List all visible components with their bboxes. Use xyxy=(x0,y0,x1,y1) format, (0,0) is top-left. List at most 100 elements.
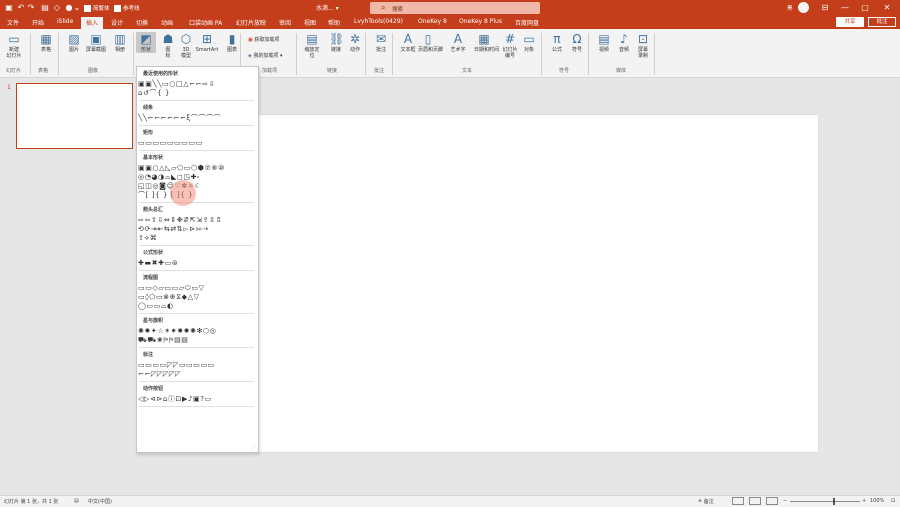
zoom-slider[interactable] xyxy=(790,501,860,502)
shape-row[interactable]: ▭▭▭▭◸◸▭▭▭▭▭ xyxy=(138,361,215,370)
normal-view-button[interactable] xyxy=(732,497,744,505)
simplified-traditional-checkbox[interactable]: 简繁体 xyxy=(84,4,110,12)
tab-8[interactable]: 幻灯片放映 xyxy=(236,18,266,27)
tab-10[interactable]: 视图 xyxy=(304,18,316,27)
shapes-button[interactable]: ◩ 形状 xyxy=(136,32,156,53)
shape-row[interactable]: ⛟⛟❀⛿⛿▤▤ xyxy=(138,336,189,345)
link-button[interactable]: ⛓ 链接 xyxy=(326,32,346,53)
fit-slide-icon[interactable]: ⊡ xyxy=(891,498,895,504)
tab-12[interactable]: LvyhTools(0429) xyxy=(354,18,403,25)
get-addins-button[interactable]: ▣ 获取加载项 xyxy=(248,36,279,43)
header-footer-button[interactable]: ▯ 页眉和页脚 xyxy=(418,32,443,53)
picture-button[interactable]: ▨ 图片 xyxy=(64,32,84,53)
tab-2[interactable]: iSlide xyxy=(57,18,73,25)
language-status[interactable]: 中文(中国) xyxy=(88,498,112,505)
shape-row[interactable]: ▣▣╲╲▭○□△⌐⌐⇨⇩ xyxy=(138,80,215,89)
zoom-slider-thumb[interactable] xyxy=(833,498,835,505)
shape-row[interactable]: ◎◔◕◑⌓◣◻◳✚⬞ xyxy=(138,173,200,182)
shape-row[interactable]: ◯▭▭⌓◐ xyxy=(138,302,174,311)
tab-4[interactable]: 设计 xyxy=(111,18,123,27)
accessibility-icon[interactable]: ▤ xyxy=(74,498,79,504)
search-placeholder: 搜索 xyxy=(392,6,404,13)
tab-6[interactable]: 动画 xyxy=(161,18,173,27)
section-divider xyxy=(139,150,254,151)
zoom-in-button[interactable]: + xyxy=(862,498,866,504)
object-button[interactable]: ▭ 对象 xyxy=(519,32,539,53)
tab-13[interactable]: OneKey 8 xyxy=(418,18,447,25)
table-button[interactable]: ▦ 表格 xyxy=(36,32,56,53)
new-slide-button[interactable]: ▭ 新建 幻灯片 xyxy=(4,32,24,59)
video-button[interactable]: ▤ 视频 xyxy=(594,32,614,53)
comment-button[interactable]: ✉ 批注 xyxy=(371,32,391,53)
3d-button[interactable]: ⬡ 3D 模型 xyxy=(176,32,196,59)
slide-number-button[interactable]: # 幻灯片 编号 xyxy=(500,32,520,59)
tab-14[interactable]: OneKey 8 Plus xyxy=(459,18,502,25)
action-button[interactable]: ✲ 动作 xyxy=(345,32,365,53)
slide-sorter-button[interactable] xyxy=(749,497,761,505)
shape-row[interactable]: ⌂↺⌒{ } xyxy=(138,89,170,98)
save-icon[interactable]: ▣ xyxy=(4,3,14,13)
symbol-button[interactable]: Ω 符号 xyxy=(567,32,587,53)
audio-button[interactable]: ♪ 音频 xyxy=(614,32,634,53)
ribbon-button-label: 表格 xyxy=(40,47,51,53)
search-box[interactable]: ⌕ 搜索 xyxy=(370,2,540,14)
undo-icon[interactable]: ↶ xyxy=(16,3,26,13)
shape-row[interactable]: ▭▭◇▱▭▭▱⬭▭▽ xyxy=(138,284,205,293)
my-addins-button[interactable]: ◈ 我的加载项 ▾ xyxy=(248,52,283,59)
tab-5[interactable]: 切换 xyxy=(136,18,148,27)
tab-1[interactable]: 开始 xyxy=(32,18,44,27)
smartart-button[interactable]: ⊞ SmartArt xyxy=(194,32,220,53)
slide-thumbnail[interactable] xyxy=(16,83,133,149)
album-button[interactable]: ▥ 相册 xyxy=(110,32,130,53)
tab-0[interactable]: 文件 xyxy=(7,18,19,27)
guides-checkbox[interactable]: 参考线 xyxy=(114,4,140,12)
chart-icon: ▮ xyxy=(228,32,236,46)
textbox-button[interactable]: A 文本框 xyxy=(398,32,418,53)
shape-row[interactable]: ▭◊⬠▭⊗⊕⧖◆△▽ xyxy=(138,293,200,302)
shape-row[interactable]: ✺✹✦☆✶✷✸✹✺✻⬡◎ xyxy=(138,327,216,336)
tab-11[interactable]: 帮助 xyxy=(328,18,340,27)
document-title[interactable]: 水滴... ▾ xyxy=(316,3,339,12)
start-slideshow-icon[interactable]: ▤ xyxy=(40,3,50,13)
shape-row[interactable]: ✚▬✖✚▭⊜ xyxy=(138,259,178,268)
zoom-button[interactable]: ▤ 缩放定 位 xyxy=(302,32,322,59)
icons-button[interactable]: ☗ 图 标 xyxy=(158,32,178,59)
ribbon-display-options-icon[interactable]: ⊟ xyxy=(818,2,832,14)
zoom-out-button[interactable]: − xyxy=(783,498,787,504)
minimize-button[interactable]: — xyxy=(838,2,852,14)
notes-button[interactable]: ≙ 备注 xyxy=(698,498,714,505)
shape-row[interactable]: ⌐⌐◸◸◸◸◸ xyxy=(138,370,181,379)
screen-record-button[interactable]: ⊡ 屏幕 录制 xyxy=(633,32,653,59)
tab-9[interactable]: 审阅 xyxy=(279,18,291,27)
chart-button[interactable]: ▮ 图表 xyxy=(222,32,242,53)
redo-icon[interactable]: ↷ xyxy=(26,3,36,13)
screenshot-button[interactable]: ▣ 屏幕截图 xyxy=(86,32,106,53)
shape-row[interactable]: ◁▷⊲⊳⌂ⓘ⊡▶♪▣?▭ xyxy=(138,395,212,404)
shape-row[interactable]: ⟲⟳⇥⇤⇆⇄⇅▻⊳⇰⇢ xyxy=(138,225,209,234)
shape-icon[interactable]: ◇ xyxy=(52,3,62,13)
shape-row[interactable]: ⇧⟡⌘ xyxy=(138,234,157,243)
resize-grip-icon[interactable]: ⋰ xyxy=(251,445,256,451)
avatar[interactable] xyxy=(798,2,809,13)
datetime-button[interactable]: ▦ 日期和时间 xyxy=(474,32,499,53)
more-icon[interactable]: ⌄ xyxy=(72,3,82,13)
tab-15[interactable]: 百度网盘 xyxy=(515,18,539,27)
equation-button[interactable]: π 公式 xyxy=(547,32,567,53)
shape-row[interactable]: ⇨⇦⇧⇩⇔⇕✥⇵⇱⇲⇪⇫⇬ xyxy=(138,216,222,225)
shape-row[interactable]: ▭▭▭▭▭▭▭▭▭ xyxy=(138,139,203,148)
slide-canvas[interactable] xyxy=(218,115,818,452)
comments-button[interactable]: 批注 xyxy=(868,17,896,27)
link-icon: ⛓ xyxy=(329,32,345,46)
share-button[interactable]: 共享 xyxy=(836,17,864,27)
shape-row[interactable]: ▣▣○△◺▱⬠▭⬡⬢⑦⑧⑩ xyxy=(138,164,225,173)
restore-button[interactable]: ▢ xyxy=(858,2,872,14)
icons-icon: ☗ xyxy=(162,32,174,46)
close-button[interactable]: ✕ xyxy=(880,2,894,14)
wordart-button[interactable]: A 艺术字 xyxy=(448,32,468,53)
reading-view-button[interactable] xyxy=(766,497,778,505)
get-addins-label: 获取加载项 xyxy=(254,37,280,43)
zoom-level[interactable]: 100% xyxy=(870,498,884,504)
ribbon-button-label: 图片 xyxy=(68,47,79,53)
shape-row[interactable]: ╲╲⌐⌐⌐⌐⌐⌐ξ⌒⌒⌒⌒ xyxy=(138,114,221,123)
tab-7[interactable]: 口袋动画 PA xyxy=(189,18,222,27)
